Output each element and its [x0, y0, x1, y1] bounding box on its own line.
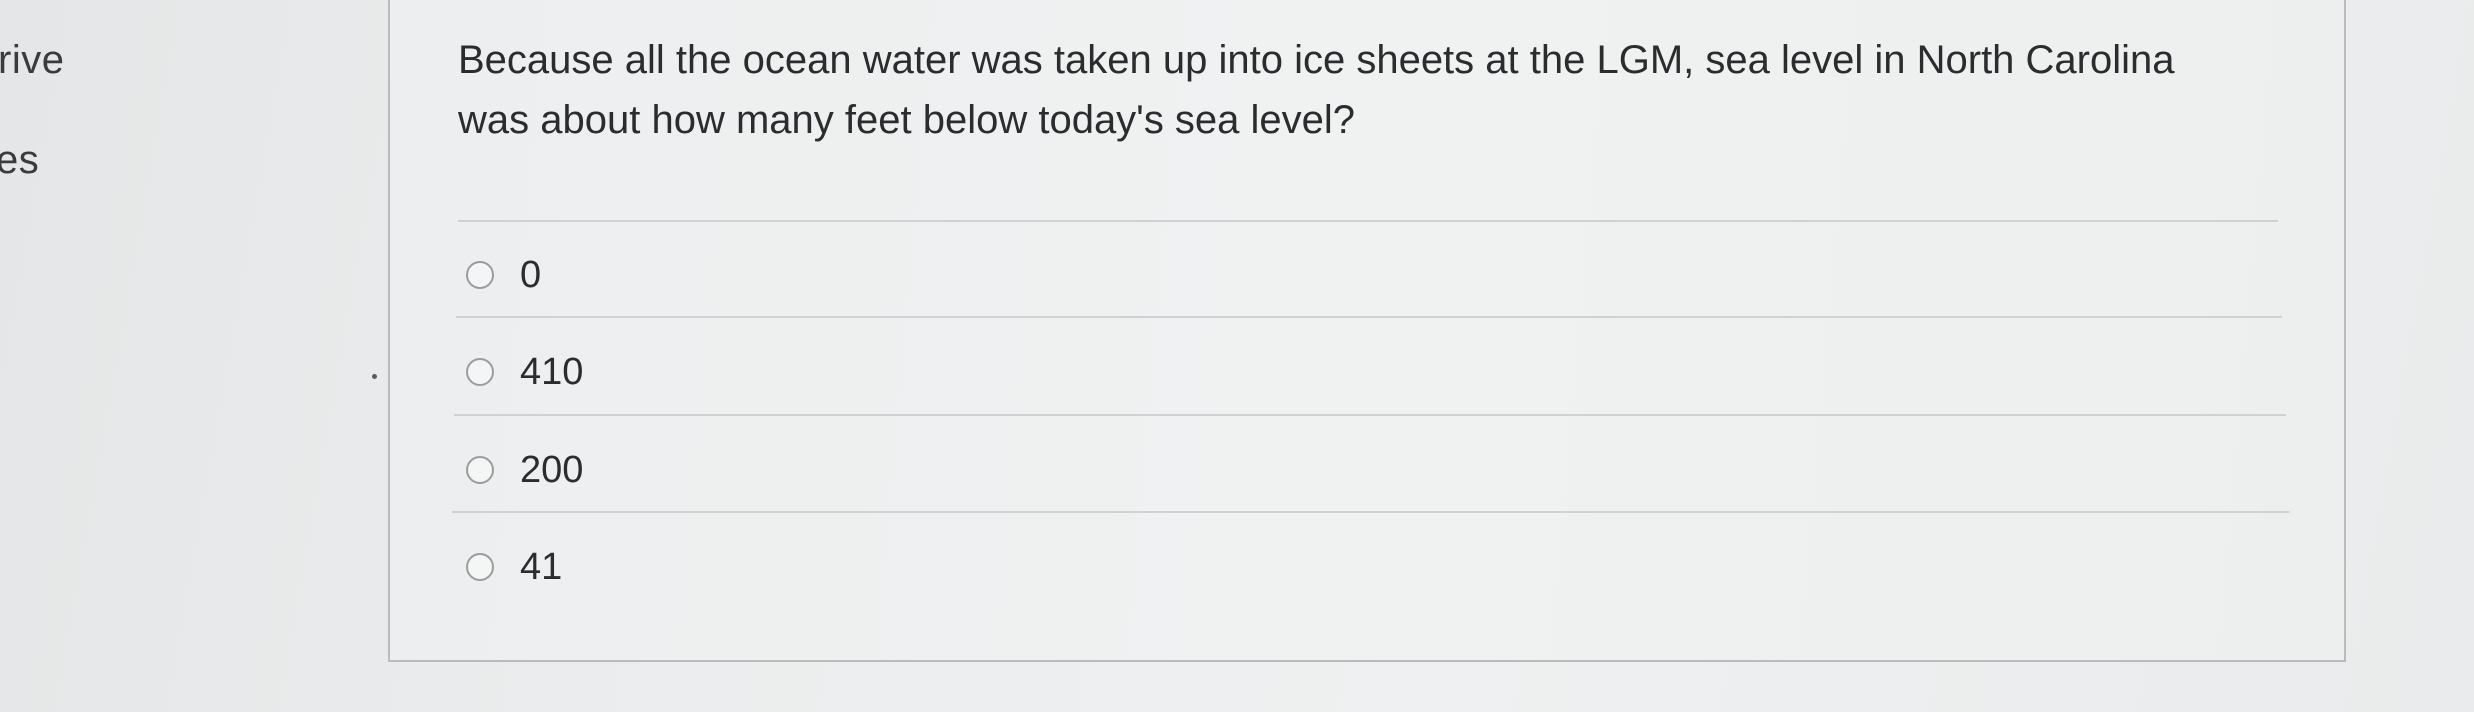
- radio-button[interactable]: [466, 358, 494, 386]
- answer-label: 41: [520, 545, 563, 588]
- answer-label: 410: [520, 350, 584, 393]
- divider: [454, 414, 2286, 416]
- question-panel: Because all the ocean water was taken up…: [388, 0, 2346, 662]
- stray-dot: [372, 374, 377, 379]
- question-text: Because all the ocean water was taken up…: [458, 38, 2175, 142]
- answer-option-0[interactable]: 0: [466, 250, 541, 300]
- divider: [458, 220, 2278, 222]
- divider: [456, 316, 2282, 318]
- sidebar-link-drive[interactable]: rive: [0, 38, 64, 83]
- answer-option-2[interactable]: 200: [466, 445, 583, 495]
- course-sidebar: rive es: [0, 0, 380, 712]
- answer-option-1[interactable]: 410: [466, 347, 583, 397]
- radio-button[interactable]: [466, 553, 494, 581]
- radio-button[interactable]: [466, 261, 494, 289]
- radio-button[interactable]: [466, 456, 494, 484]
- divider: [452, 511, 2290, 513]
- answer-label: 0: [520, 253, 542, 296]
- answer-option-3[interactable]: 41: [466, 542, 562, 592]
- answer-label: 200: [520, 448, 584, 491]
- sidebar-link-es[interactable]: es: [0, 138, 39, 183]
